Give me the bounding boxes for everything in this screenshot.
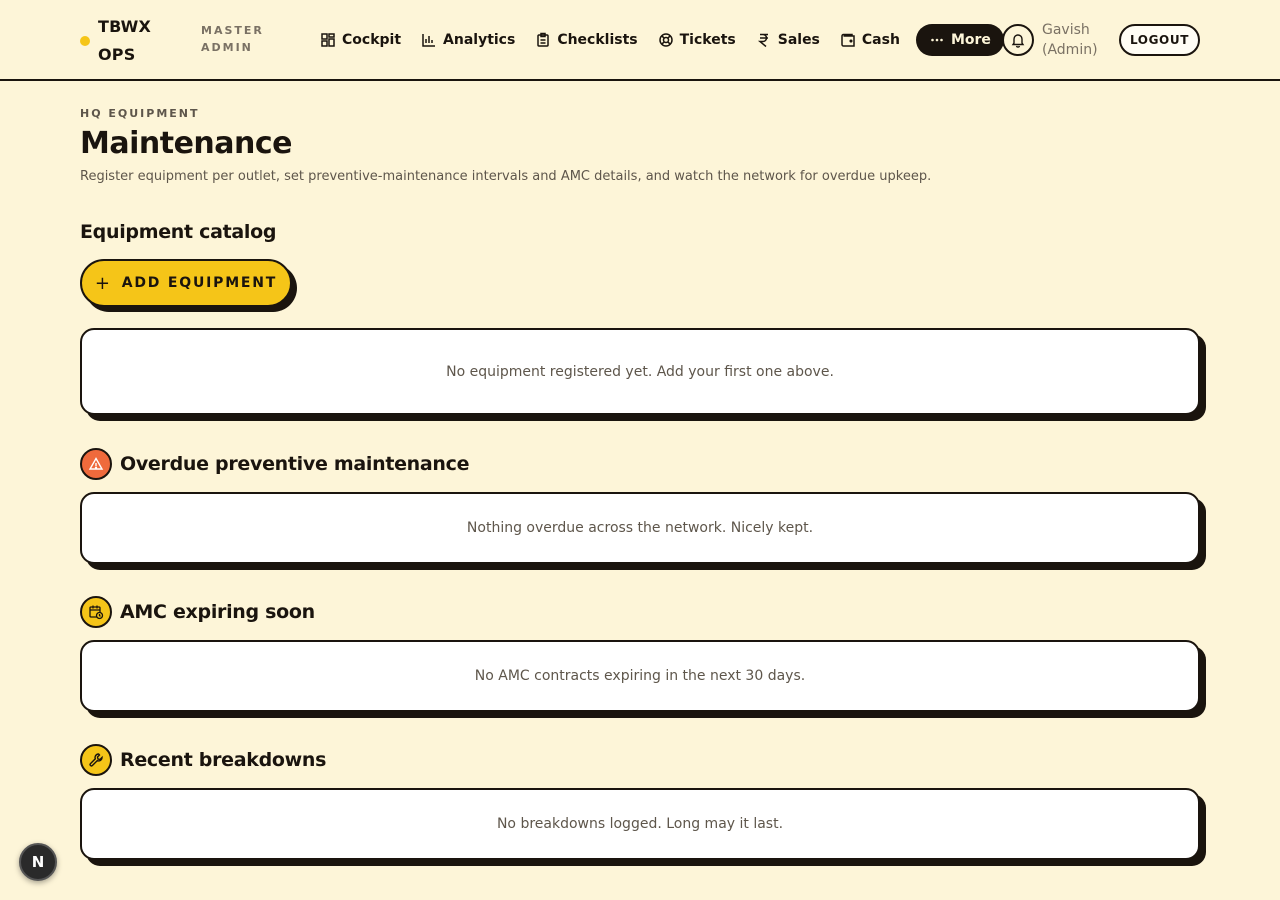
nav-label: Cockpit bbox=[342, 32, 402, 48]
amc-empty-card: No AMC contracts expiring in the next 30… bbox=[80, 640, 1200, 712]
fab-label: N bbox=[31, 853, 45, 871]
logout-button[interactable]: LOGOUT bbox=[1119, 24, 1200, 56]
brand-dot-icon bbox=[80, 36, 90, 46]
nav-label: Sales bbox=[777, 32, 820, 48]
page-eyebrow: HQ EQUIPMENT bbox=[80, 107, 200, 120]
add-equipment-button[interactable]: + ADD EQUIPMENT bbox=[80, 259, 292, 307]
main-nav: Cockpit Analytics Checklists Tickets Sal… bbox=[310, 24, 1004, 56]
breakdowns-empty-card: No breakdowns logged. Long may it last. bbox=[80, 788, 1200, 860]
nav-item-checklists[interactable]: Checklists bbox=[525, 24, 647, 56]
clipboard-icon bbox=[537, 32, 550, 47]
overdue-title: Overdue preventive maintenance bbox=[80, 448, 470, 480]
nextjs-dev-button[interactable]: N bbox=[19, 843, 57, 881]
warning-triangle-icon bbox=[88, 457, 104, 470]
nav-label: Cash bbox=[861, 32, 900, 48]
catalog-title: Equipment catalog bbox=[80, 221, 276, 243]
calendar-badge bbox=[80, 596, 112, 628]
amc-title: AMC expiring soon bbox=[80, 596, 315, 628]
rupee-icon bbox=[757, 33, 768, 48]
plus-icon: + bbox=[94, 272, 112, 294]
warning-badge bbox=[80, 448, 112, 480]
overdue-empty-text: Nothing overdue across the network. Nice… bbox=[466, 520, 814, 536]
user-name: Gavish bbox=[1042, 22, 1090, 38]
brand[interactable]: TBWX OPS bbox=[80, 13, 158, 69]
amc-empty-text: No AMC contracts expiring in the next 30… bbox=[474, 668, 806, 684]
lifebuoy-icon bbox=[658, 33, 673, 47]
overdue-title-text: Overdue preventive maintenance bbox=[120, 453, 470, 475]
nav-label: Analytics bbox=[443, 32, 516, 48]
page-title: Maintenance bbox=[80, 126, 293, 161]
grid-icon bbox=[321, 33, 335, 47]
user-info: Gavish (Admin) bbox=[1042, 20, 1098, 60]
wallet-icon bbox=[841, 33, 855, 47]
bell-icon bbox=[1011, 34, 1025, 48]
overdue-empty-card: Nothing overdue across the network. Nice… bbox=[80, 492, 1200, 564]
nav-item-more[interactable]: More bbox=[915, 24, 1004, 56]
role-label: MASTER ADMIN bbox=[201, 24, 264, 54]
nav-item-tickets[interactable]: Tickets bbox=[648, 24, 746, 56]
nav-item-sales[interactable]: Sales bbox=[746, 24, 830, 56]
calendar-clock-icon bbox=[89, 605, 104, 620]
nav-label: Tickets bbox=[679, 32, 736, 48]
brand-name: TBWX OPS bbox=[98, 17, 152, 64]
nav-item-cockpit[interactable]: Cockpit bbox=[310, 24, 411, 56]
wrench-badge bbox=[80, 744, 112, 776]
breakdowns-empty-text: No breakdowns logged. Long may it last. bbox=[496, 816, 784, 832]
notifications-button[interactable] bbox=[1002, 24, 1034, 56]
wrench-icon bbox=[89, 753, 103, 767]
catalog-title-text: Equipment catalog bbox=[80, 221, 277, 243]
page-description: Register equipment per outlet, set preve… bbox=[80, 169, 932, 184]
top-navbar: TBWX OPS MASTER ADMIN Cockpit Analytics … bbox=[0, 0, 1280, 81]
user-role: (Admin) bbox=[1042, 42, 1098, 58]
breakdowns-title: Recent breakdowns bbox=[80, 744, 326, 776]
breakdowns-title-text: Recent breakdowns bbox=[120, 749, 327, 771]
nav-label: More bbox=[950, 32, 991, 48]
dots-icon bbox=[931, 38, 943, 42]
equipment-empty-text: No equipment registered yet. Add your fi… bbox=[446, 363, 834, 380]
nav-label: Checklists bbox=[557, 32, 638, 48]
bar-chart-icon bbox=[422, 34, 436, 47]
nav-item-analytics[interactable]: Analytics bbox=[411, 24, 525, 56]
amc-title-text: AMC expiring soon bbox=[120, 601, 315, 623]
equipment-empty-card: No equipment registered yet. Add your fi… bbox=[80, 328, 1200, 415]
nav-item-cash[interactable]: Cash bbox=[830, 24, 910, 56]
add-equipment-label: ADD EQUIPMENT bbox=[121, 275, 278, 291]
